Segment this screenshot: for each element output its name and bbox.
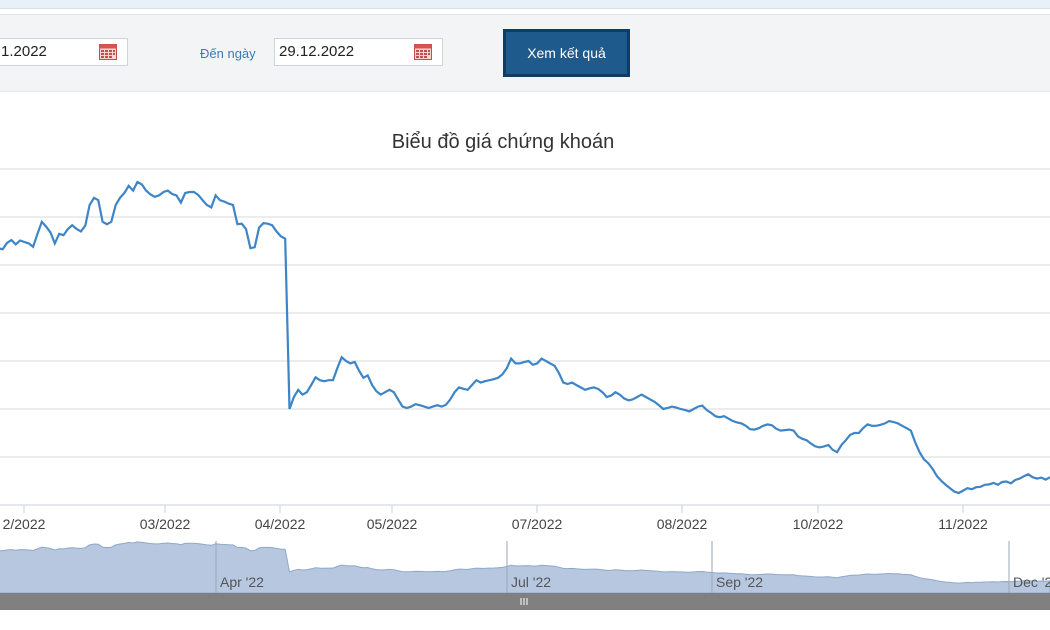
chart-title: Biểu đồ giá chứng khoán <box>392 131 614 153</box>
navigator-label-1: Jul '22 <box>511 574 551 590</box>
navigator-label-2: Sep '22 <box>716 574 763 590</box>
x-axis-ticks: 2/2022 03/2022 04/2022 05/2022 07/2022 08/202… <box>0 504 1050 532</box>
x-tick-label-4: 07/2022 <box>512 516 563 532</box>
to-date-value: 29.12.2022 <box>279 43 355 60</box>
date-filter-bar: 1.2022 Đến ngày 29.12.2022 Xem kết quả <box>0 14 1050 92</box>
top-strip <box>0 0 1050 9</box>
x-tick-label-0: 2/2022 <box>3 516 46 532</box>
x-tick-label-1: 03/2022 <box>140 516 191 532</box>
from-date-field[interactable]: 1.2022 <box>0 38 128 66</box>
calendar-icon[interactable] <box>414 44 432 60</box>
stock-price-chart: Biểu đồ giá chứng khoán 2/2022 03/2022 04/… <box>0 131 1050 610</box>
navigator-scrollbar[interactable] <box>0 593 1050 610</box>
to-date-label: Đến ngày <box>200 46 256 61</box>
to-date-field[interactable]: 29.12.2022 <box>274 38 443 66</box>
view-results-button[interactable]: Xem kết quả <box>503 29 630 77</box>
from-date-value: 1.2022 <box>1 43 47 60</box>
x-tick-label-3: 05/2022 <box>367 516 418 532</box>
calendar-icon[interactable] <box>99 44 117 60</box>
x-tick-label-6: 10/2022 <box>793 516 844 532</box>
x-tick-label-5: 08/2022 <box>657 516 708 532</box>
grid-lines <box>0 168 1050 506</box>
x-tick-label-7: 11/2022 <box>938 516 988 532</box>
navigator-label-0: Apr '22 <box>220 574 264 590</box>
x-tick-label-2: 04/2022 <box>255 516 306 532</box>
navigator-label-3: Dec '22 <box>1013 574 1050 590</box>
navigator: Apr '22 Jul '22 Sep '22 Dec '22 <box>0 541 1050 610</box>
price-line <box>0 180 1050 495</box>
